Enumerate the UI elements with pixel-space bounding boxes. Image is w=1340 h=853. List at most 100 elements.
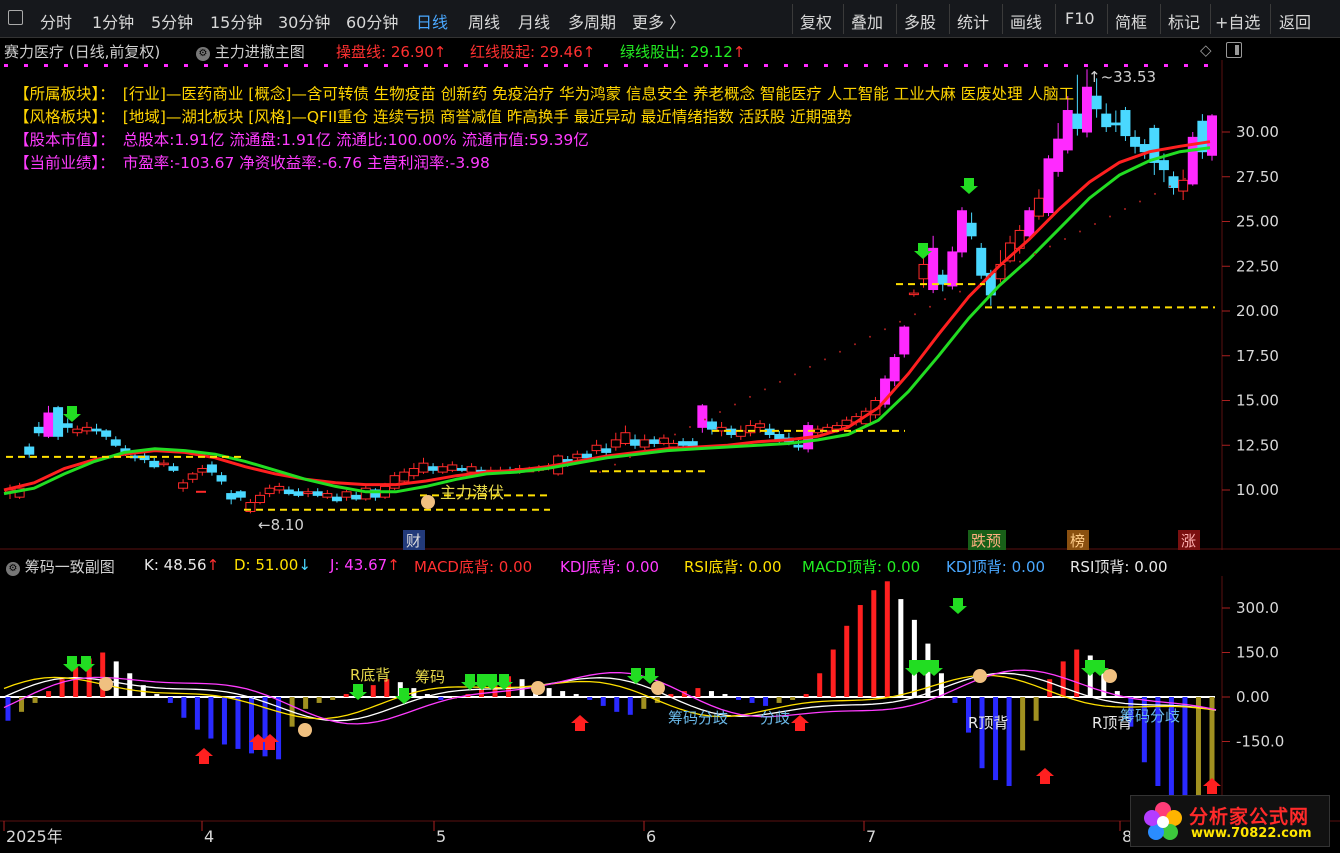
y-tick-label: 25.00: [1236, 213, 1279, 231]
dotted-trend-point: [1094, 223, 1096, 226]
candle-body: [706, 421, 717, 430]
tab-5min[interactable]: 5分钟: [151, 9, 193, 33]
dotted-marker: [544, 64, 548, 67]
candle-body: [1158, 160, 1169, 171]
dotted-marker: [324, 64, 328, 67]
macd-bar: [573, 694, 579, 697]
candle-body: [72, 428, 83, 434]
btn-statistics[interactable]: 统计: [957, 9, 989, 33]
annotation-low: ←8.10: [258, 516, 304, 534]
x-tick-label: 5: [436, 827, 446, 846]
candle: [312, 488, 323, 498]
sub-y-tick-label: 150.0: [1236, 644, 1279, 662]
btn-back[interactable]: 返回: [1279, 9, 1311, 33]
dotted-marker: [924, 64, 928, 67]
dotted-trend-point: [1154, 192, 1156, 195]
candle-body: [668, 442, 679, 448]
dotted-trend-point: [794, 373, 796, 376]
tab-weekly[interactable]: 周线: [468, 9, 500, 33]
macd-bar: [1033, 697, 1039, 721]
hand-pointer-icon: [651, 681, 665, 695]
dotted-marker: [1124, 64, 1128, 67]
settings-icon[interactable]: ⚙: [196, 47, 210, 61]
tab-more[interactable]: 更多 〉: [632, 9, 685, 33]
candle: [24, 443, 35, 458]
btn-f10[interactable]: F10: [1065, 9, 1095, 28]
info-text: 市盈率:-103.67 净资收益率:-6.76 主营利润率:-3.98: [122, 154, 490, 172]
sub-indicator-name[interactable]: ⚙ 筹码一致副图: [6, 556, 115, 577]
tag-drop-warn: 跌预: [971, 532, 1001, 550]
btn-overlay[interactable]: 叠加: [851, 9, 883, 33]
green-line-series: [3, 146, 1211, 496]
macd-top-div: MACD顶背: 0.00: [802, 558, 921, 576]
dotted-trend-point: [929, 305, 931, 308]
dotted-marker: [504, 64, 508, 67]
dotted-marker: [764, 64, 768, 67]
dotted-marker: [904, 64, 908, 67]
candle-body: [639, 439, 650, 448]
main-indicator-name[interactable]: ⚙ 主力进撤主图: [196, 41, 305, 62]
macd-bar: [316, 697, 322, 703]
candle-body: [206, 464, 217, 473]
dotted-marker: [424, 64, 428, 67]
tab-15min[interactable]: 15分钟: [210, 9, 262, 33]
candle: [235, 490, 246, 501]
dotted-trend-point: [824, 358, 826, 361]
candle: [245, 498, 256, 514]
dotted-marker: [24, 64, 28, 67]
macd-bar: [749, 697, 755, 703]
candle: [976, 242, 987, 279]
candle: [264, 484, 275, 498]
candle: [428, 463, 439, 474]
dotted-marker: [944, 64, 948, 67]
tab-1min[interactable]: 1分钟: [92, 9, 134, 33]
pane-toggle-icon[interactable]: [1226, 42, 1242, 58]
dotted-trend-point: [749, 395, 751, 398]
j-value: J: 43.67↑: [330, 556, 400, 574]
macd-bar: [46, 691, 52, 697]
candle-body: [418, 462, 429, 473]
candle-body: [101, 430, 112, 437]
info-line-style: 【风格板块】： [地域]—湖北板块 [风格]—QFII重仓 连续亏损 商誉减值 昨…: [14, 105, 852, 127]
y-tick-label: 12.50: [1236, 436, 1279, 454]
settings-icon[interactable]: ⚙: [6, 562, 20, 576]
tab-30min[interactable]: 30分钟: [278, 9, 330, 33]
dotted-marker: [464, 64, 468, 67]
info-line-performance: 【当前业绩】： 市盈率:-103.67 净资收益率:-6.76 主营利润率:-3.…: [14, 151, 490, 173]
dotted-marker: [644, 64, 648, 67]
candle: [889, 353, 900, 387]
kdj-bottom-div: KDJ底背: 0.00: [560, 558, 660, 576]
btn-mark[interactable]: 标记: [1168, 9, 1200, 33]
tab-multi-period[interactable]: 多周期: [568, 9, 616, 33]
dotted-marker: [364, 64, 368, 67]
tab-daily[interactable]: 日线: [416, 9, 448, 33]
btn-rights[interactable]: 复权: [800, 9, 832, 33]
candle-body: [630, 439, 641, 446]
sell-signal-icon: [77, 656, 95, 672]
macd-bar: [722, 694, 728, 697]
macd-bar: [438, 697, 444, 700]
dotted-marker: [344, 64, 348, 67]
candle: [408, 463, 419, 480]
y-tick-label: 15.00: [1236, 392, 1279, 410]
btn-simple-frame[interactable]: 简框: [1115, 9, 1147, 33]
diamond-icon[interactable]: ◇: [1200, 41, 1212, 59]
btn-multi-stock[interactable]: 多股: [904, 9, 936, 33]
toolbar-checkbox[interactable]: [8, 10, 23, 25]
btn-draw-line[interactable]: 画线: [1010, 9, 1042, 33]
btn-add-watchlist[interactable]: +自选: [1215, 9, 1260, 33]
candle: [283, 486, 294, 496]
tab-timeshare[interactable]: 分时: [40, 9, 72, 33]
dotted-marker: [84, 64, 88, 67]
tab-monthly[interactable]: 月线: [518, 9, 550, 33]
dotted-trend-point: [1079, 230, 1081, 233]
candle-body: [1072, 113, 1083, 129]
dotted-trend-point: [614, 463, 616, 466]
candle-body: [331, 496, 342, 502]
tab-60min[interactable]: 60分钟: [346, 9, 398, 33]
dotted-trend-point: [719, 410, 721, 413]
macd-bar: [993, 697, 999, 781]
dotted-marker: [284, 64, 288, 67]
macd-bar: [641, 697, 647, 709]
dotted-marker: [264, 64, 268, 67]
